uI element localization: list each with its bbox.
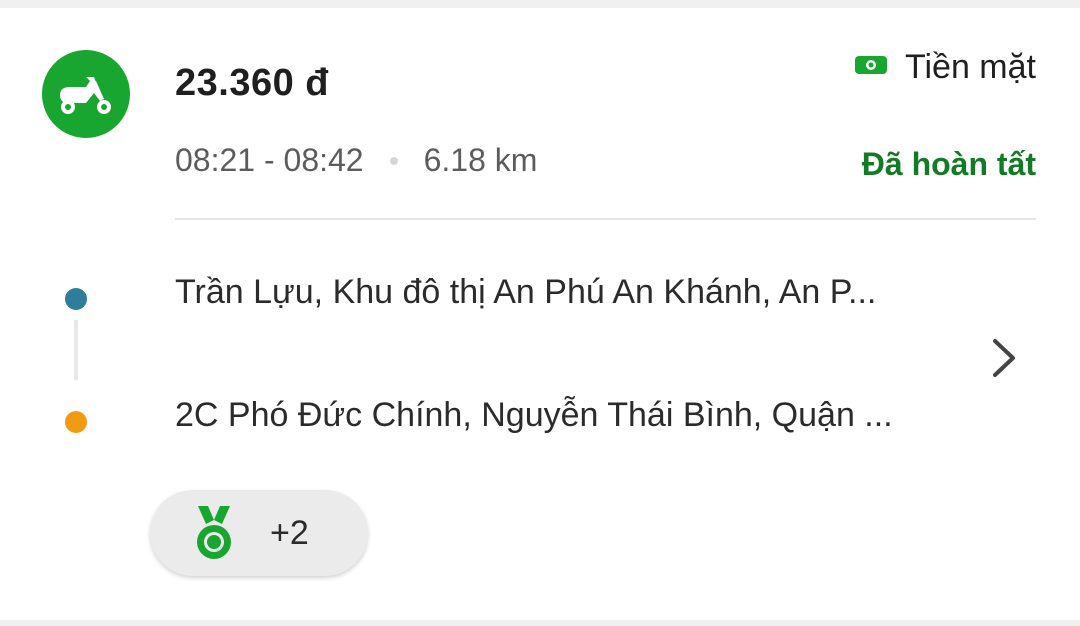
motorbike-icon	[42, 50, 130, 138]
trip-time-range: 08:21 - 08:42	[175, 142, 364, 178]
status-label: Đã hoàn tất	[861, 146, 1036, 182]
medal-icon	[190, 504, 238, 567]
reward-badge[interactable]: +2	[150, 490, 368, 576]
payment-label: Tiền mặt	[904, 48, 1036, 86]
divider	[175, 218, 1036, 220]
payment-method: Tiền mặt	[854, 48, 1036, 87]
reward-count: +2	[270, 514, 309, 552]
dropoff-address: 2C Phó Đức Chính, Nguyễn Thái Bình, Quận…	[175, 396, 893, 434]
cash-icon	[854, 54, 887, 81]
route-connector	[74, 320, 78, 380]
trip-meta: 08:21 - 08:42 6.18 km	[175, 142, 537, 179]
pickup-address: Trần Lựu, Khu đô thị An Phú An Khánh, An…	[175, 273, 877, 311]
chevron-right-icon[interactable]	[985, 333, 1025, 383]
trip-price: 23.360 đ	[175, 62, 329, 104]
pickup-dot-icon	[65, 288, 87, 310]
dropoff-dot-icon	[65, 411, 87, 433]
trip-card[interactable]: 23.360 đ Tiền mặt 08:21 - 08:42 6.18 km …	[0, 8, 1080, 620]
separator-dot	[389, 156, 398, 165]
trip-distance: 6.18 km	[423, 142, 538, 178]
